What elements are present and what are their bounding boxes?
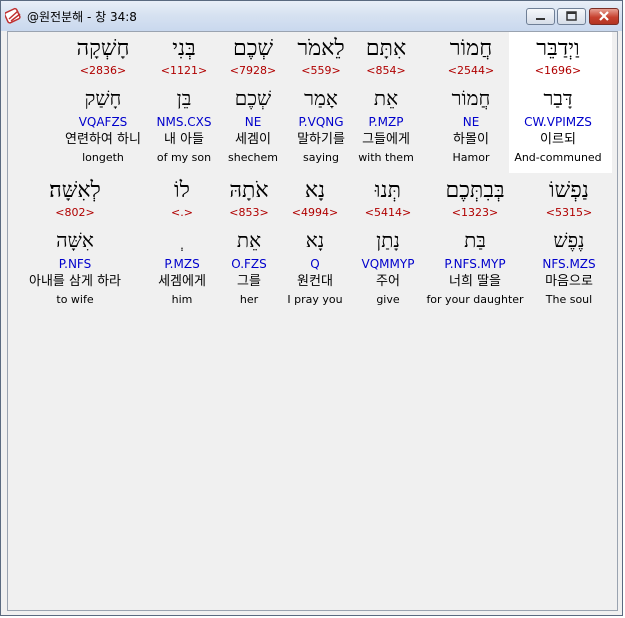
analysis-panel: וַיְדַבֵּר <1696> דָּבַר CW.VPIMZS 이르되 And-co… bbox=[7, 31, 618, 611]
word-morph: VQAFZS bbox=[78, 115, 128, 129]
close-icon bbox=[599, 11, 609, 21]
word-hebrew[interactable]: לְאִשָּׁה׃ bbox=[5, 178, 145, 204]
word-strong: <2836> bbox=[79, 64, 127, 77]
word-root: חָשַׁק bbox=[84, 86, 122, 110]
word-korean: 연련하여 하니 bbox=[65, 132, 141, 147]
word-english: to wife bbox=[56, 293, 94, 306]
minimize-icon bbox=[536, 18, 545, 20]
minimize-button[interactable] bbox=[526, 8, 555, 25]
word-english: longeth bbox=[82, 151, 124, 164]
maximize-button[interactable] bbox=[557, 8, 586, 25]
hebrew-app-icon bbox=[5, 7, 21, 24]
title-bar[interactable]: @원전분해 - 창 34:8 bbox=[1, 1, 622, 31]
word-korean: 아내를 삼게 하라 bbox=[29, 274, 121, 289]
maximize-icon bbox=[566, 11, 577, 21]
word-hebrew[interactable]: חָשְׁקָה bbox=[33, 36, 173, 62]
word-strong: <802> bbox=[55, 206, 95, 219]
main-window: @원전분해 - 창 34:8 וַיְדַבֵּר <1696> דָּבַר CW.… bbox=[0, 0, 623, 616]
word-morph: P.NFS bbox=[58, 257, 92, 271]
close-button[interactable] bbox=[589, 8, 619, 25]
word-root: אִשָּׁה bbox=[56, 228, 94, 252]
window-title: @원전분해 - 창 34:8 bbox=[27, 10, 137, 24]
